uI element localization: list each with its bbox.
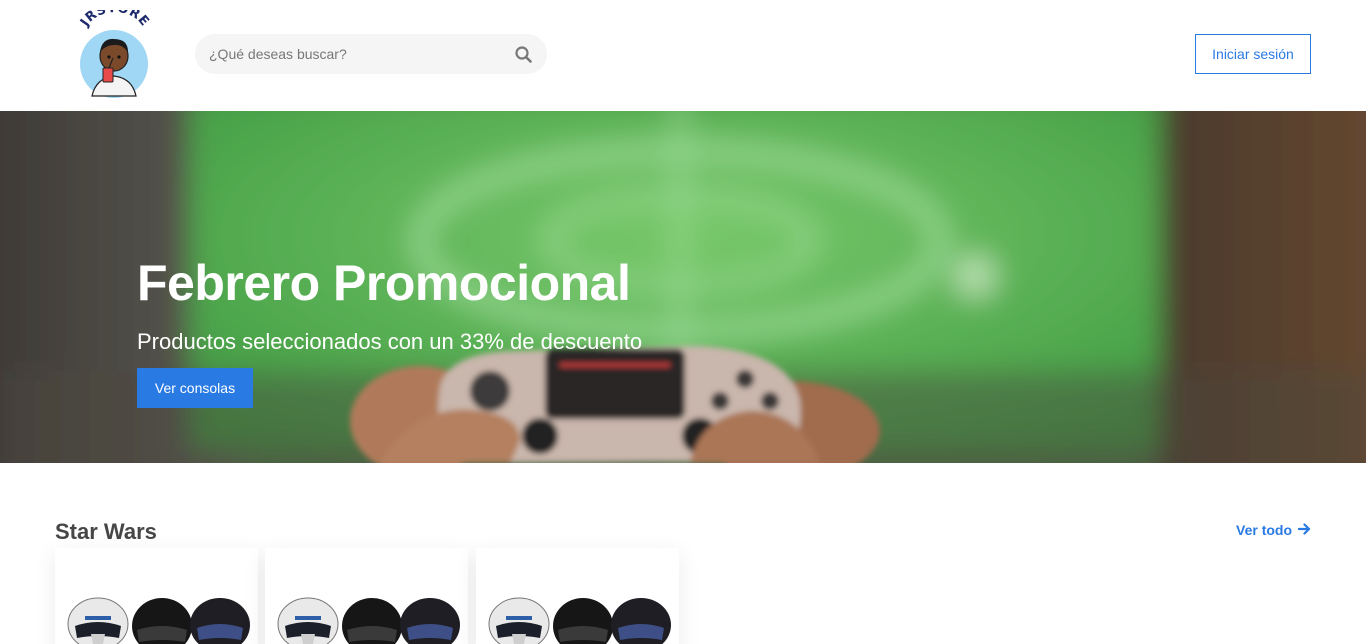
search-icon[interactable]: [513, 44, 533, 64]
store-logo[interactable]: JRSTORE: [77, 1, 152, 100]
helmets-image: [488, 597, 671, 644]
svg-text:JRSTORE: JRSTORE: [78, 10, 152, 30]
site-header: JRSTORE Iniciar sesión: [0, 0, 1366, 111]
hero-subtitle: Productos seleccionados con un 33% de de…: [137, 329, 643, 354]
section-title: Star Wars: [55, 519, 157, 544]
search-bar: [195, 34, 547, 74]
helmets-image: [67, 597, 250, 644]
product-card[interactable]: [55, 548, 258, 644]
hero-banner: Febrero Promocional Productos selecciona…: [0, 111, 1366, 463]
helmets-image: [277, 597, 460, 644]
login-button[interactable]: Iniciar sesión: [1195, 34, 1311, 74]
hero-title: Febrero Promocional: [137, 255, 631, 311]
product-card[interactable]: [265, 548, 468, 644]
see-all-link[interactable]: Ver todo: [1236, 522, 1311, 538]
search-input[interactable]: [209, 46, 513, 62]
view-consoles-button[interactable]: Ver consolas: [137, 368, 253, 408]
product-card[interactable]: [476, 548, 679, 644]
arrow-right-icon: [1297, 522, 1311, 538]
see-all-label: Ver todo: [1236, 522, 1293, 538]
